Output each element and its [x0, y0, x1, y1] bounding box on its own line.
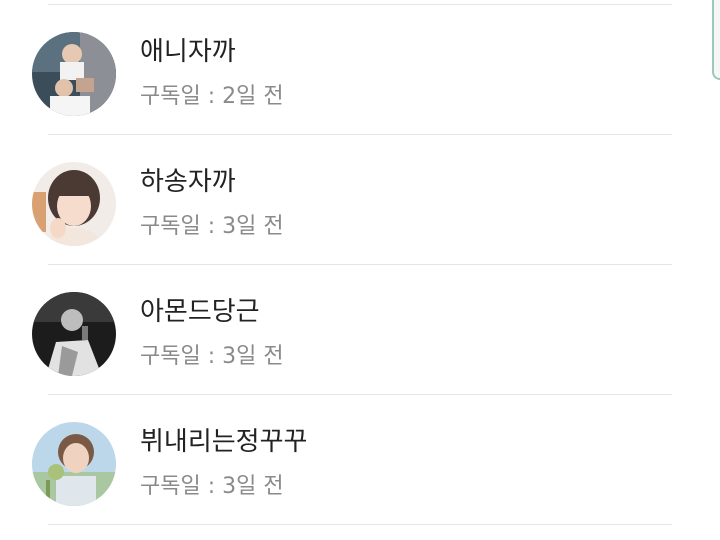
- avatar[interactable]: [32, 422, 116, 506]
- list-item[interactable]: 뷔내리는정꾸꾸 구독일 : 3일 전: [0, 395, 720, 525]
- subscriber-name: 애니자까: [140, 37, 236, 67]
- list-item[interactable]: 아몬드당근 구독일 : 3일 전: [0, 265, 720, 395]
- subscription-date: 구독일 : 2일 전: [140, 84, 284, 109]
- avatar-photo-icon: [32, 292, 116, 376]
- subscriber-name: 뷔내리는정꾸꾸: [140, 427, 308, 457]
- subscription-list: 애니자까 구독일 : 2일 전 하송자까 구독일 : 3일 전 아몬드당근 구독…: [0, 0, 720, 540]
- subscription-date: 구독일 : 3일 전: [140, 214, 284, 239]
- subscriber-name: 아몬드당근: [140, 297, 260, 327]
- avatar[interactable]: [32, 32, 116, 116]
- divider: [48, 524, 672, 525]
- avatar[interactable]: [32, 292, 116, 376]
- avatar[interactable]: [32, 162, 116, 246]
- avatar-photo-icon: [32, 32, 116, 116]
- subscriber-name: 하송자까: [140, 167, 236, 197]
- scrollbar-handle[interactable]: [712, 0, 720, 80]
- list-item[interactable]: 하송자까 구독일 : 3일 전: [0, 135, 720, 265]
- subscription-date: 구독일 : 3일 전: [140, 474, 284, 499]
- avatar-photo-icon: [32, 162, 116, 246]
- subscription-date: 구독일 : 3일 전: [140, 344, 284, 369]
- avatar-photo-icon: [32, 422, 116, 506]
- list-item[interactable]: 애니자까 구독일 : 2일 전: [0, 5, 720, 135]
